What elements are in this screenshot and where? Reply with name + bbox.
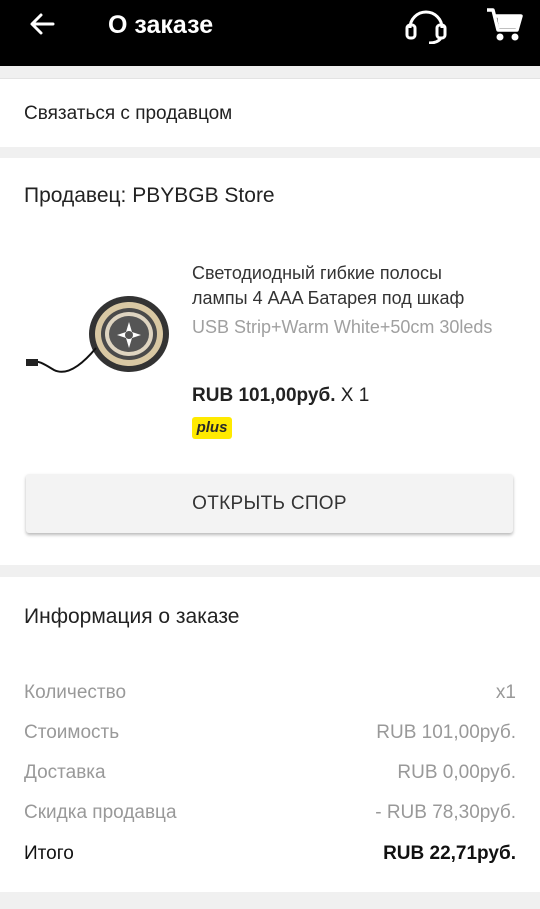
order-row-delivery: Доставка RUB 0,00руб. (24, 760, 516, 786)
row-value: - RUB 78,30руб. (375, 802, 516, 823)
open-dispute-button[interactable]: ОТКРЫТЬ СПОР (26, 474, 513, 533)
cart-button[interactable] (484, 6, 524, 44)
row-value: RUB 0,00руб. (397, 762, 516, 783)
order-row-total: Итого RUB 22,71руб. (24, 841, 516, 867)
product-title-line-1: Светодиодный гибкие полосы (192, 263, 442, 283)
order-row-seller-discount: Скидка продавца - RUB 78,30руб. (24, 800, 516, 826)
product-price-line: RUB 101,00руб. X 1 (192, 385, 369, 407)
product-title[interactable]: Светодиодный гибкие полосы лампы 4 AAA Б… (192, 261, 517, 311)
row-label: Доставка (24, 762, 106, 783)
row-label: Количество (24, 682, 127, 703)
order-row-cost: Стоимость RUB 101,00руб. (24, 720, 516, 746)
order-row-quantity: Количество x1 (24, 680, 516, 706)
seller-card: Продавец: PBYBGB Store Светодиодный гибк… (0, 158, 540, 565)
page-title: О заказе (108, 11, 214, 39)
contact-seller-row[interactable]: Связаться с продавцом (0, 78, 540, 147)
product-title-line-2: лампы 4 AAA Батарея под шкаф (192, 288, 465, 308)
product-variant: USB Strip+Warm White+50cm 30leds (192, 317, 493, 337)
top-spacer (0, 66, 540, 78)
order-info-title: Информация о заказе (24, 605, 240, 628)
product-price: RUB 101,00руб. (192, 385, 336, 406)
support-button[interactable] (404, 6, 448, 45)
cart-icon (487, 8, 523, 41)
row-value: RUB 22,71руб. (383, 843, 516, 864)
row-label: Стоимость (24, 722, 120, 743)
row-label: Скидка продавца (24, 802, 177, 823)
headset-icon (405, 10, 447, 45)
order-info-card: Информация о заказе Количество x1 Стоимо… (0, 577, 540, 892)
row-label: Итого (24, 843, 74, 864)
row-value: x1 (495, 682, 516, 703)
plus-badge: plus (192, 417, 232, 439)
arrow-left-icon (30, 13, 55, 35)
app-header: О заказе (0, 0, 540, 66)
contact-seller-label: Связаться с продавцом (24, 103, 233, 124)
product-quantity: X 1 (340, 385, 370, 406)
led-strip-reel-icon[interactable] (26, 286, 176, 386)
seller-name: Продавец: PBYBGB Store (24, 184, 275, 207)
row-value: RUB 101,00руб. (376, 722, 516, 743)
back-button[interactable] (26, 8, 58, 40)
